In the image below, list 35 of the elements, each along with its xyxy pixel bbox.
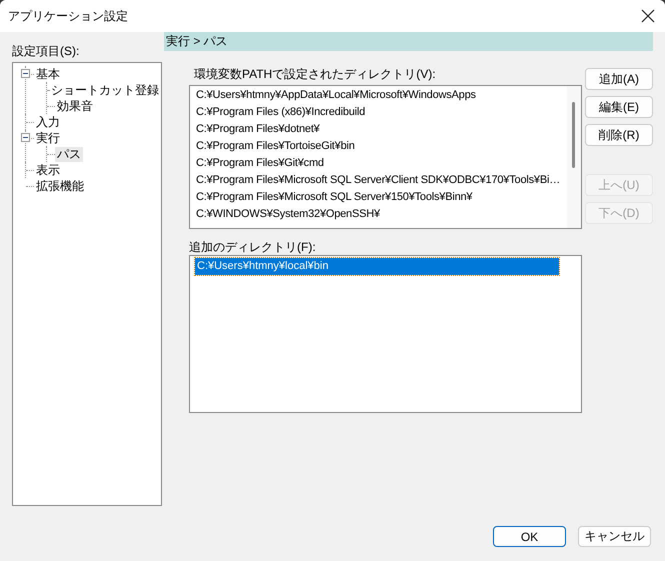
close-icon[interactable] — [641, 9, 655, 23]
list-item[interactable]: C:¥Program Files¥Git¥cmd — [196, 155, 567, 172]
list-item[interactable]: C:¥Program Files (x86)¥Incredibuild — [196, 104, 567, 121]
list-item[interactable]: C:¥Users¥htmny¥local¥bin — [195, 258, 559, 275]
tree-item[interactable]: 表示 — [34, 162, 62, 178]
list-item[interactable]: C:¥Users¥htmny¥AppData¥Local¥Microsoft¥WindowsApps — [196, 87, 567, 104]
list-item[interactable]: C:¥Program Files¥dotnet¥ — [196, 121, 567, 138]
tree-item[interactable]: 実行 — [34, 130, 62, 146]
tree-item[interactable]: 効果音 — [55, 98, 95, 114]
list-item[interactable]: C:¥Program Files¥Microsoft SQL Server¥Client SDK¥ODBC¥170¥Tools¥Bi… — [196, 172, 567, 189]
window-title: アプリケーション設定 — [8, 8, 128, 24]
scrollbar-thumb[interactable] — [572, 102, 575, 168]
tree-item[interactable]: ショートカット登録 — [49, 82, 161, 98]
settings-tree-label: 設定項目(S): — [12, 43, 80, 60]
path-list[interactable] — [189, 85, 582, 229]
collapse-icon[interactable] — [21, 133, 30, 142]
action-button[interactable]: 編集(E) — [585, 96, 653, 118]
list-item[interactable]: C:¥Program Files¥TortoiseGit¥bin — [196, 138, 567, 155]
extra-list-label: 追加のディレクトリ(F): — [189, 239, 317, 255]
section-header: 実行 > パス — [164, 32, 653, 51]
action-button[interactable]: 追加(A) — [585, 68, 653, 90]
tree-item[interactable]: 基本 — [34, 66, 62, 82]
dialog-button[interactable]: キャンセル — [578, 526, 651, 547]
extra-list[interactable]: C:¥Users¥htmny¥local¥bin — [189, 255, 582, 413]
tree-item[interactable]: パス — [55, 146, 83, 162]
tree-item[interactable]: 拡張機能 — [34, 178, 86, 194]
scrollbar[interactable] — [567, 86, 581, 228]
tree-item[interactable]: 入力 — [34, 114, 62, 130]
dialog-button[interactable]: OK — [493, 526, 566, 547]
path-list-label: 環境変数PATHで設定されたディレクトリ(V): — [193, 66, 437, 83]
collapse-icon[interactable] — [21, 69, 30, 78]
action-button[interactable]: 削除(R) — [585, 124, 653, 146]
settings-tree[interactable]: 基本 ショートカット登録 効果音 入力 実行 パス 表示 拡張機能 — [12, 62, 162, 506]
list-item[interactable]: C:¥WINDOWS¥System32¥OpenSSH¥ — [196, 206, 567, 223]
list-item[interactable]: C:¥Program Files¥Microsoft SQL Server¥150¥Tools¥Binn¥ — [196, 189, 567, 206]
